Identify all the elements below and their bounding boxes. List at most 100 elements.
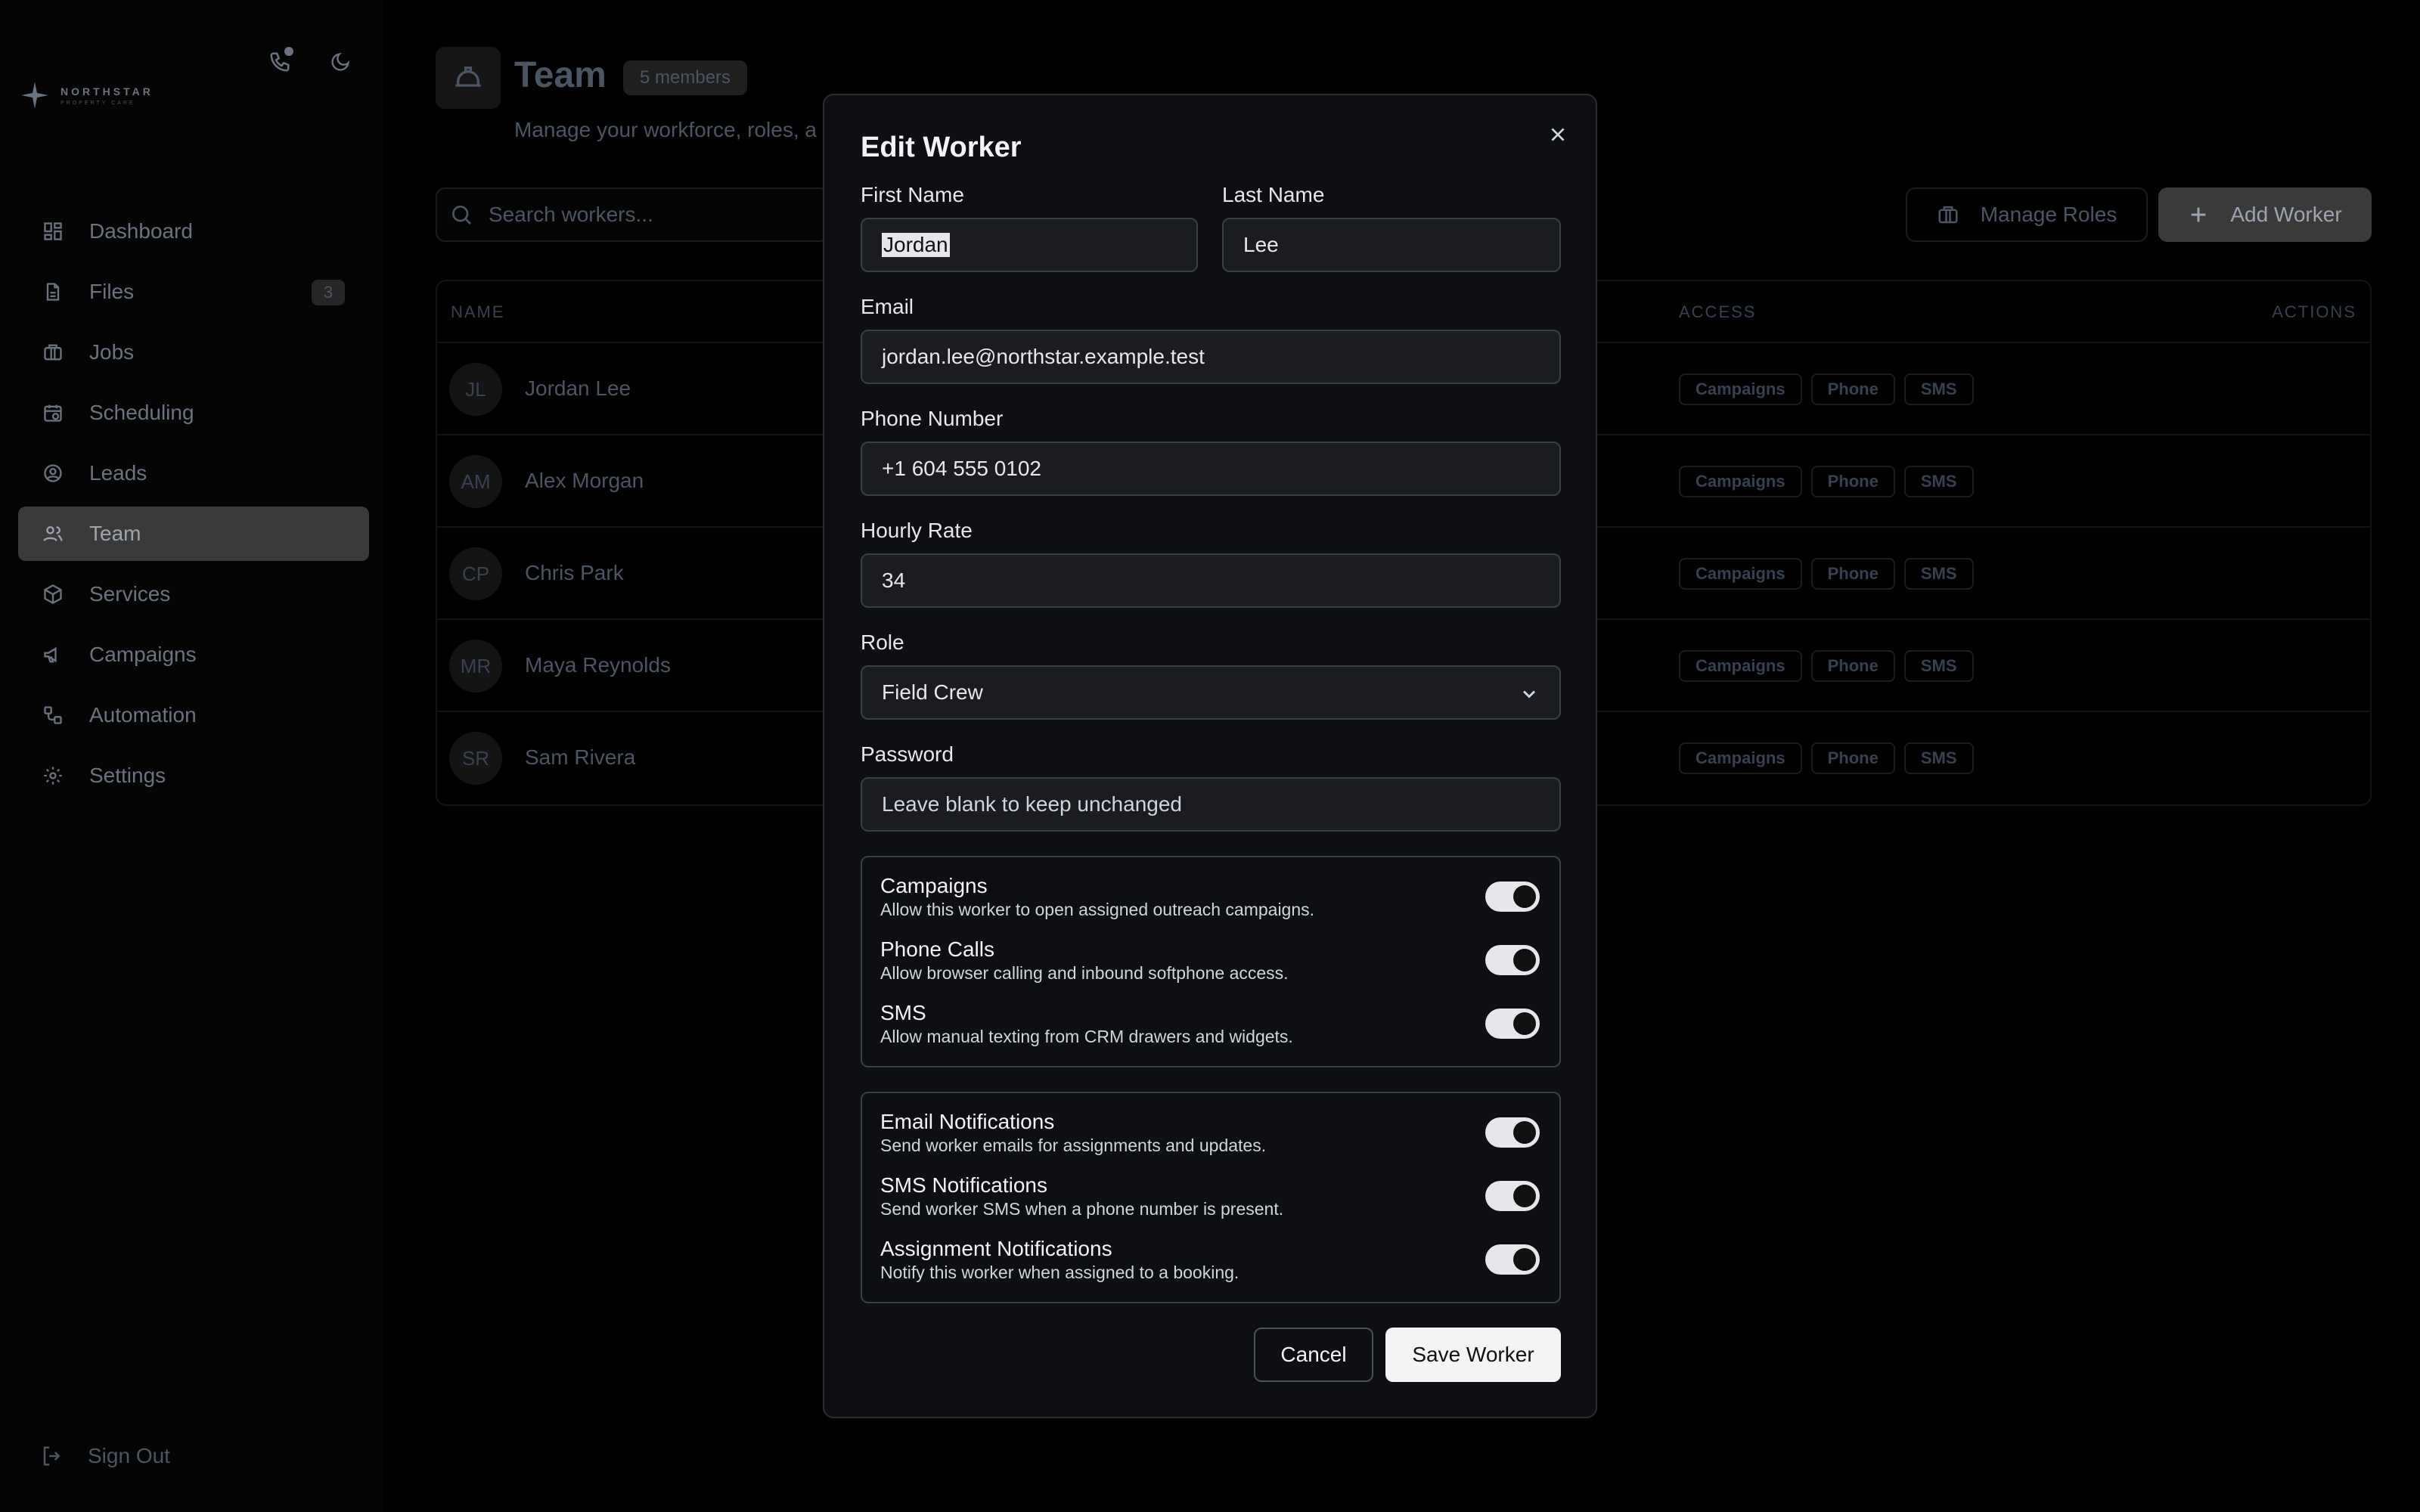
worker-name: Chris Park: [525, 561, 624, 584]
access-chip: SMS: [1903, 466, 1974, 497]
files-count-badge: 3: [312, 280, 345, 305]
toggle-knob: [1513, 1121, 1536, 1144]
email-label: Email: [861, 295, 914, 318]
notification-dot: [284, 47, 293, 56]
close-icon: [1551, 128, 1565, 141]
last-name-field[interactable]: Lee: [1222, 218, 1561, 272]
calendar-icon: [41, 401, 65, 425]
phone-calls-toggle[interactable]: [1485, 945, 1540, 975]
email-notifications-toggle[interactable]: [1485, 1117, 1540, 1148]
briefcase-icon: [1938, 206, 1958, 224]
box-icon: [41, 582, 65, 606]
last-name-label: Last Name: [1222, 183, 1325, 206]
avatar: MR: [449, 640, 502, 692]
hourly-rate-value: 34: [882, 569, 906, 592]
worker-name: Alex Morgan: [525, 469, 644, 492]
assignment-notifications-toggle[interactable]: [1485, 1244, 1540, 1275]
toggle-title: Phone Calls: [880, 937, 994, 961]
chevron-down-icon: [1522, 690, 1536, 699]
search-icon: [452, 206, 471, 225]
first-name-field[interactable]: Jordan: [861, 218, 1198, 272]
toggle-row-phone-calls: Phone Calls Allow browser calling and in…: [880, 937, 1541, 992]
add-worker-label: Add Worker: [2230, 203, 2342, 226]
sidebar-item-leads[interactable]: Leads: [18, 446, 369, 500]
sms-notifications-toggle[interactable]: [1485, 1181, 1540, 1211]
access-chip: SMS: [1903, 742, 1974, 774]
sign-out-button[interactable]: Sign Out: [41, 1444, 170, 1468]
sidebar-item-services[interactable]: Services: [18, 567, 369, 621]
add-worker-button[interactable]: Add Worker: [2158, 187, 2372, 242]
page-subtitle: Manage your workforce, roles, a: [514, 118, 817, 141]
user-circle-icon: [41, 461, 65, 485]
worker-name: Jordan Lee: [525, 376, 631, 400]
toggle-knob: [1513, 885, 1536, 908]
sidebar-item-label: Leads: [89, 461, 147, 485]
sidebar-nav: Dashboard Files 3 Jobs Scheduling Leads …: [18, 204, 369, 809]
toggle-description: Allow browser calling and inbound softph…: [880, 963, 1289, 983]
close-dialog-button[interactable]: [1543, 119, 1573, 150]
avatar: JL: [449, 363, 502, 416]
toggle-knob: [1513, 1012, 1536, 1035]
hardhat-icon: [436, 47, 501, 109]
sms-toggle[interactable]: [1485, 1009, 1540, 1039]
hourly-rate-field[interactable]: 34: [861, 553, 1561, 608]
column-header-access: ACCESS: [1679, 302, 1757, 321]
brand-tagline: PROPERTY CARE: [60, 100, 135, 106]
sidebar-item-label: Automation: [89, 703, 197, 727]
email-field[interactable]: jordan.lee@northstar.example.test: [861, 330, 1561, 384]
cancel-button[interactable]: Cancel: [1254, 1328, 1373, 1382]
avatar: AM: [449, 455, 502, 508]
role-value: Field Crew: [882, 680, 983, 704]
save-worker-button[interactable]: Save Worker: [1385, 1328, 1561, 1382]
page-title: Team: [514, 55, 607, 95]
manage-roles-label: Manage Roles: [1980, 203, 2118, 226]
access-chip: Campaigns: [1679, 650, 1802, 682]
toggle-title: Email Notifications: [880, 1110, 1055, 1133]
toggle-knob: [1513, 949, 1536, 971]
softphone-button[interactable]: [265, 47, 295, 77]
sidebar-item-automation[interactable]: Automation: [18, 688, 369, 742]
dialog-title: Edit Worker: [861, 132, 1022, 163]
toggle-title: SMS: [880, 1001, 926, 1024]
megaphone-icon: [41, 643, 65, 667]
users-icon: [41, 522, 65, 546]
toggle-row-email-notifications: Email Notifications Send worker emails f…: [880, 1110, 1541, 1164]
sidebar-item-dashboard[interactable]: Dashboard: [18, 204, 369, 259]
sidebar-item-campaigns[interactable]: Campaigns: [18, 627, 369, 682]
role-label: Role: [861, 631, 904, 654]
first-name-label: First Name: [861, 183, 964, 206]
sidebar-item-label: Settings: [89, 764, 166, 787]
sidebar-item-scheduling[interactable]: Scheduling: [18, 386, 369, 440]
sidebar-item-label: Team: [89, 522, 141, 545]
briefcase-icon: [41, 340, 65, 364]
sidebar-item-label: Services: [89, 582, 171, 606]
password-field[interactable]: Leave blank to keep unchanged: [861, 777, 1561, 832]
edit-worker-dialog: Edit Worker First Name Jordan Last Name …: [823, 94, 1597, 1418]
campaigns-toggle[interactable]: [1485, 881, 1540, 912]
last-name-value: Lee: [1243, 233, 1279, 256]
password-label: Password: [861, 742, 954, 766]
access-chip: Campaigns: [1679, 742, 1802, 774]
manage-roles-button[interactable]: Manage Roles: [1906, 187, 2148, 242]
access-chip: Campaigns: [1679, 558, 1802, 590]
sidebar-item-files[interactable]: Files 3: [18, 265, 369, 319]
sidebar-item-team[interactable]: Team: [18, 507, 369, 561]
phone-label: Phone Number: [861, 407, 1004, 430]
sidebar-item-settings[interactable]: Settings: [18, 748, 369, 803]
sign-out-label: Sign Out: [88, 1444, 170, 1467]
sidebar-item-jobs[interactable]: Jobs: [18, 325, 369, 380]
sidebar-item-label: Files: [89, 280, 135, 303]
sidebar-item-label: Campaigns: [89, 643, 197, 666]
toggle-knob: [1513, 1248, 1536, 1271]
phone-field[interactable]: +1 604 555 0102: [861, 442, 1561, 496]
role-select[interactable]: Field Crew: [861, 665, 1561, 720]
workflow-icon: [41, 703, 65, 727]
brand-logo[interactable]: NORTHSTAR PROPERTY CARE: [20, 80, 154, 110]
toggle-description: Notify this worker when assigned to a bo…: [880, 1263, 1239, 1282]
theme-toggle-button[interactable]: [325, 47, 355, 77]
search-workers-input[interactable]: Search workers...: [436, 187, 829, 242]
logout-icon: [43, 1446, 60, 1466]
toggle-row-assignment-notifications: Assignment Notifications Notify this wor…: [880, 1237, 1541, 1291]
toggle-description: Allow this worker to open assigned outre…: [880, 900, 1315, 919]
toggle-title: Assignment Notifications: [880, 1237, 1112, 1260]
